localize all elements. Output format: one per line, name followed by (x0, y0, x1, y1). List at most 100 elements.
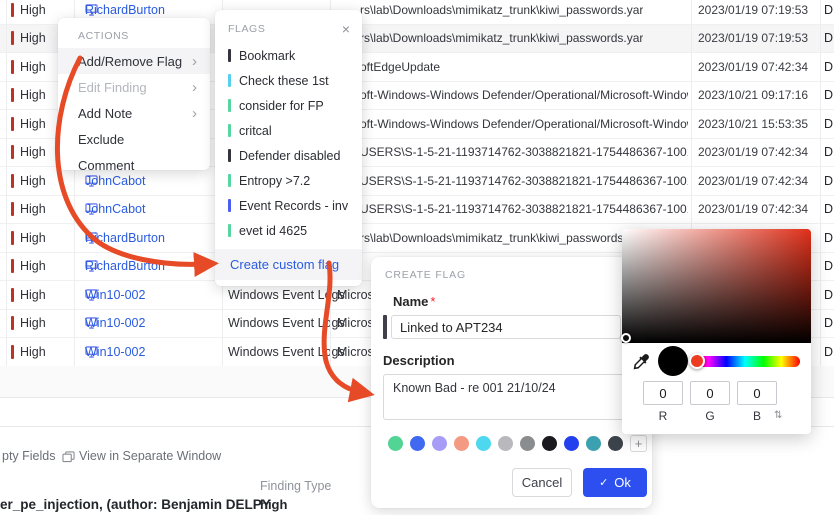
color-swatch[interactable] (454, 436, 469, 451)
close-icon[interactable]: × (342, 22, 350, 36)
host-name: RichardBurton (85, 259, 165, 273)
severity-label: High (20, 259, 46, 273)
hue-slider[interactable] (690, 356, 800, 367)
path-cell: oftEdgeUpdate (360, 60, 440, 74)
path-cell: rs\lab\Downloads\mimikatz_trunk\kiwi_pas… (360, 3, 643, 17)
chevron-right-icon: › (192, 106, 197, 121)
flag-color-bar (228, 99, 231, 112)
extra-cell: D (824, 3, 833, 17)
host-link[interactable]: Win10-002 (85, 317, 98, 329)
red-label: R (643, 409, 683, 423)
extra-cell: D (824, 174, 833, 188)
severity-bar (11, 174, 14, 188)
flag-item-event-records-inv[interactable]: Event Records - inv (215, 193, 362, 218)
source-cell: Windows Event Logs (228, 316, 345, 330)
actions-menu-header: ACTIONS (58, 18, 210, 48)
color-swatch[interactable] (432, 436, 447, 451)
dialog-header: CREATE FLAG (385, 269, 652, 281)
host-link[interactable]: RichardBurton (85, 4, 98, 16)
host-link[interactable]: RichardBurton (85, 260, 98, 272)
flag-color-bar (228, 49, 231, 62)
path-cell: rs\lab\Downloads\mimikatz_trunk\kiwi_pas… (360, 31, 643, 45)
menu-item-label: Exclude (78, 132, 124, 147)
extra-cell: D (824, 345, 833, 359)
flag-name-input[interactable] (391, 315, 621, 339)
time-cell: 2023/01/19 07:42:34 (698, 202, 808, 216)
color-swatch[interactable] (542, 436, 557, 451)
menu-item-exclude[interactable]: Exclude (58, 126, 210, 152)
severity-bar (11, 316, 14, 330)
blue-input[interactable] (737, 381, 777, 405)
flags-menu: FLAGS × Bookmark Check these 1st conside… (215, 10, 362, 286)
app-screen: High RichardBurton rs\lab\Downloads\mimi… (0, 0, 834, 515)
table-row[interactable]: High JohnCabot USERS\S-1-5-21-1193714762… (0, 196, 834, 225)
severity-bar (11, 288, 14, 302)
empty-fields-toggle[interactable]: pty Fields (2, 449, 56, 463)
color-swatch[interactable] (498, 436, 513, 451)
view-separate-window-button[interactable]: View in Separate Window (79, 449, 221, 463)
ok-button[interactable]: ✓Ok (583, 468, 647, 497)
ok-button-label: Ok (614, 475, 631, 490)
path-cell: USERS\S-1-5-21-1193714762-3038821821-175… (360, 202, 688, 216)
host-name: Win10-002 (85, 316, 145, 330)
menu-item-label: Comment (78, 158, 134, 173)
color-swatch[interactable] (608, 436, 623, 451)
flag-color-bar (228, 124, 231, 137)
column-divider (820, 0, 821, 366)
menu-item-comment[interactable]: Comment (58, 152, 210, 178)
create-custom-flag-button[interactable]: Create custom flag (215, 249, 362, 280)
menu-item-add-note[interactable]: Add Note› (58, 100, 210, 126)
flag-label: Check these 1st (239, 74, 329, 88)
flag-item-consider-for-fp[interactable]: consider for FP (215, 93, 362, 118)
extra-cell: D (824, 202, 833, 216)
host-name: JohnCabot (85, 202, 145, 216)
flag-item-entropy[interactable]: Entropy >7.2 (215, 168, 362, 193)
color-swatch[interactable] (410, 436, 425, 451)
flag-item-defender-disabled[interactable]: Defender disabled (215, 143, 362, 168)
host-link[interactable]: JohnCabot (85, 203, 98, 215)
severity-bar (11, 345, 14, 359)
cancel-button[interactable]: Cancel (512, 468, 572, 497)
flag-item-check-these-1st[interactable]: Check these 1st (215, 68, 362, 93)
flag-label: Event Records - inv (239, 199, 348, 213)
color-swatch[interactable] (564, 436, 579, 451)
time-cell: 2023/10/21 09:17:16 (698, 88, 808, 102)
menu-item-add-remove-flag[interactable]: Add/Remove Flag› (58, 48, 210, 74)
time-cell: 2023/01/19 07:42:34 (698, 145, 808, 159)
menu-item-edit-finding[interactable]: Edit Finding› (58, 74, 210, 100)
flags-menu-header: FLAGS (228, 23, 265, 35)
hue-slider-handle[interactable] (689, 353, 705, 369)
flag-item-critcal[interactable]: critcal (215, 118, 362, 143)
color-swatch-row: + (388, 435, 652, 452)
color-swatch[interactable] (476, 436, 491, 451)
host-name: Win10-002 (85, 288, 145, 302)
severity-label: High (20, 3, 46, 17)
description-label: Description (383, 353, 652, 368)
eyedropper-icon[interactable] (633, 354, 649, 375)
saturation-gradient[interactable] (622, 229, 811, 343)
color-swatch[interactable] (586, 436, 601, 451)
path-cell: rs\lab\Downloads\mimikatz_trunk\kiwi_pas… (360, 231, 643, 245)
flag-color-bar (228, 224, 231, 237)
flag-label: consider for FP (239, 99, 324, 113)
flag-item-bookmark[interactable]: Bookmark (215, 43, 362, 68)
green-input[interactable] (690, 381, 730, 405)
time-cell: 2023/01/19 07:42:34 (698, 174, 808, 188)
color-swatch[interactable] (388, 436, 403, 451)
severity-label: High (20, 231, 46, 245)
chevron-right-icon: › (192, 80, 197, 95)
time-cell: 2023/01/19 07:42:34 (698, 60, 808, 74)
gradient-cursor[interactable] (621, 333, 631, 343)
flag-description-textarea[interactable]: Known Bad - re 001 21/10/24 (383, 374, 633, 420)
host-link[interactable]: Win10-002 (85, 289, 98, 301)
severity-label: High (20, 345, 46, 359)
severity-label: High (20, 288, 46, 302)
host-link[interactable]: RichardBurton (85, 232, 98, 244)
flag-item-evet-id-4625[interactable]: evet id 4625 (215, 218, 362, 243)
host-link[interactable]: Win10-002 (85, 346, 98, 358)
red-input[interactable] (643, 381, 683, 405)
color-mode-toggle-icon[interactable]: ⇅ (774, 410, 782, 421)
add-custom-color-button[interactable]: + (630, 435, 647, 452)
time-cell: 2023/01/19 07:19:53 (698, 3, 808, 17)
color-swatch[interactable] (520, 436, 535, 451)
